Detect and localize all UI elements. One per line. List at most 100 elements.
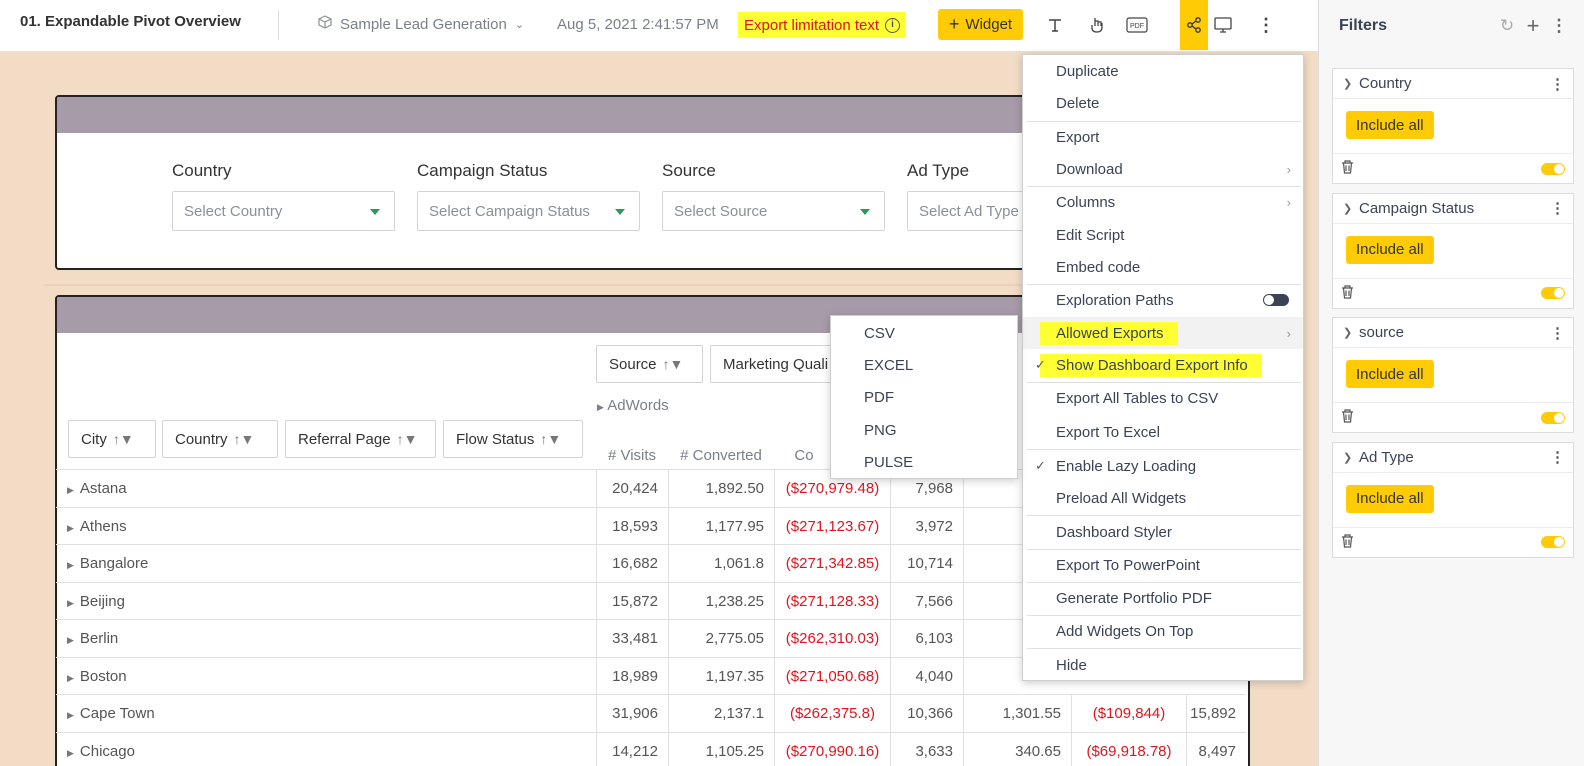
filter-enabled-toggle[interactable] <box>1541 536 1565 548</box>
expand-triangle-icon[interactable]: ▶ <box>67 523 74 533</box>
more-options-icon[interactable]: ⋮ <box>1546 16 1572 36</box>
row-chip-city[interactable]: City ↑▼ <box>68 420 156 458</box>
submenu-item-png[interactable]: PNG <box>864 422 897 439</box>
monitor-icon[interactable] <box>1210 12 1236 38</box>
menu-item-exploration-paths[interactable]: Exploration Paths <box>1023 284 1303 316</box>
col-chip-marketing-qualified[interactable]: Marketing Quali <box>710 345 840 383</box>
menu-item-show-export-info-label: Show Dashboard Export Info <box>1040 353 1262 377</box>
submenu-item-excel[interactable]: EXCEL <box>864 357 913 374</box>
trash-icon[interactable] <box>1341 533 1541 551</box>
menu-item-allowed-exports[interactable]: Allowed Exports › <box>1023 317 1303 349</box>
campaign-status-select[interactable]: Select Campaign Status <box>417 191 640 231</box>
more-options-icon[interactable]: ⋮ <box>1550 324 1565 342</box>
submenu-item-pulse[interactable]: PULSE <box>864 454 913 471</box>
row-city-label[interactable]: ▶ Cape Town <box>67 705 155 722</box>
filter-card-header[interactable]: ❯ Campaign Status ⋮ <box>1333 194 1573 224</box>
menu-item-widgets-on-top[interactable]: Add Widgets On Top <box>1023 615 1303 647</box>
menu-item-lazy-loading[interactable]: ✓ Enable Lazy Loading <box>1023 450 1303 482</box>
filter-card-footer <box>1333 526 1573 557</box>
menu-item-edit-script[interactable]: Edit Script <box>1023 219 1303 251</box>
share-icon[interactable] <box>1180 0 1208 50</box>
source-select[interactable]: Select Source <box>662 191 885 231</box>
sort-filter-icon[interactable]: ↑▼ <box>113 431 134 447</box>
chevron-right-icon[interactable]: ❯ <box>1343 202 1359 215</box>
submenu-item-csv[interactable]: CSV <box>864 325 895 342</box>
row-city-label[interactable]: ▶ Athens <box>67 518 127 535</box>
menu-item-show-export-info[interactable]: ✓ Show Dashboard Export Info <box>1023 349 1303 381</box>
menu-item-powerpoint[interactable]: Export To PowerPoint <box>1023 549 1303 581</box>
menu-item-styler[interactable]: Dashboard Styler <box>1023 516 1303 548</box>
add-filter-icon[interactable]: + <box>1520 13 1546 39</box>
expand-triangle-icon[interactable]: ▶ <box>67 635 74 645</box>
menu-item-delete[interactable]: Delete <box>1023 87 1303 119</box>
sort-filter-icon[interactable]: ↑▼ <box>234 431 255 447</box>
col-chip-label: Marketing Quali <box>723 355 829 373</box>
info-icon[interactable]: i <box>885 17 901 33</box>
row-city-label[interactable]: ▶ Boston <box>67 668 127 685</box>
filter-enabled-toggle[interactable] <box>1541 287 1565 299</box>
menu-item-export[interactable]: Export <box>1023 121 1303 153</box>
column-group-adwords[interactable]: ▶ AdWords <box>597 397 669 414</box>
pdf-icon[interactable]: PDF <box>1124 12 1150 38</box>
menu-item-duplicate[interactable]: Duplicate <box>1023 55 1303 87</box>
row-city-label[interactable]: ▶ Beijing <box>67 593 125 610</box>
filter-enabled-toggle[interactable] <box>1541 411 1565 424</box>
include-all-button[interactable]: Include all <box>1346 111 1434 139</box>
more-options-icon[interactable]: ⋮ <box>1550 199 1565 217</box>
trash-icon[interactable] <box>1341 284 1541 302</box>
submenu-item-pdf[interactable]: PDF <box>864 389 894 406</box>
table-cell: 15,892 <box>1186 695 1246 732</box>
expand-triangle-icon[interactable]: ▶ <box>67 560 74 570</box>
sort-filter-icon[interactable]: ↑▼ <box>663 356 684 372</box>
row-chip-flow-status[interactable]: Flow Status ↑▼ <box>443 420 583 458</box>
trash-icon[interactable] <box>1341 160 1541 177</box>
expand-triangle-icon[interactable]: ▶ <box>67 673 74 683</box>
col-chip-source[interactable]: Source ↑▼ <box>596 345 703 383</box>
row-city-label[interactable]: ▶ Bangalore <box>67 555 148 572</box>
exploration-paths-toggle[interactable] <box>1263 294 1289 306</box>
hand-touch-icon[interactable] <box>1084 12 1110 38</box>
row-city-label[interactable]: ▶ Astana <box>67 480 127 497</box>
menu-item-columns[interactable]: Columns › <box>1023 186 1303 218</box>
chevron-right-icon[interactable]: ❯ <box>1343 326 1359 339</box>
table-row[interactable]: ▶ Chicago 14,212 1,105.25 ($270,990.16) 3,633… <box>56 731 1246 766</box>
row-chip-country[interactable]: Country ↑▼ <box>162 420 278 458</box>
menu-item-export-excel[interactable]: Export To Excel <box>1023 416 1303 448</box>
row-city-label[interactable]: ▶ Chicago <box>67 743 135 760</box>
more-options-icon[interactable]: ⋮ <box>1550 75 1565 93</box>
include-all-button[interactable]: Include all <box>1346 484 1434 513</box>
sort-filter-icon[interactable]: ↑▼ <box>397 431 418 447</box>
expand-triangle-icon[interactable]: ▶ <box>67 485 74 495</box>
menu-item-exploration-paths-label: Exploration Paths <box>1056 291 1174 309</box>
menu-item-export-all-csv[interactable]: Export All Tables to CSV <box>1023 382 1303 414</box>
row-chip-referral-page[interactable]: Referral Page ↑▼ <box>285 420 436 458</box>
trash-icon[interactable] <box>1341 409 1541 426</box>
country-select[interactable]: Select Country <box>172 191 395 231</box>
sort-filter-icon[interactable]: ↑▼ <box>540 431 561 447</box>
table-row[interactable]: ▶ Cape Town 31,906 2,137.1 ($262,375.8) 10,36… <box>56 694 1246 732</box>
chevron-right-icon[interactable]: ❯ <box>1343 451 1359 464</box>
include-all-button[interactable]: Include all <box>1346 360 1434 388</box>
chevron-right-icon[interactable]: ❯ <box>1343 77 1359 90</box>
menu-item-hide[interactable]: Hide <box>1023 649 1303 681</box>
expand-triangle-icon[interactable]: ▶ <box>67 748 74 758</box>
more-options-icon[interactable]: ⋮ <box>1550 448 1565 466</box>
filter-card-header[interactable]: ❯ Ad Type ⋮ <box>1333 443 1573 473</box>
text-icon[interactable] <box>1042 12 1068 38</box>
expand-triangle-icon[interactable]: ▶ <box>67 598 74 608</box>
more-options-icon[interactable]: ⋮ <box>1253 12 1279 38</box>
datasource-selector[interactable]: Sample Lead Generation ⌄ <box>318 15 524 33</box>
export-limitation-text: Export limitation text <box>744 16 880 34</box>
menu-item-preload[interactable]: Preload All Widgets <box>1023 482 1303 514</box>
filter-card-header[interactable]: ❯ source ⋮ <box>1333 318 1573 348</box>
expand-triangle-icon[interactable]: ▶ <box>67 710 74 720</box>
menu-item-download[interactable]: Download › <box>1023 153 1303 185</box>
menu-item-embed-code[interactable]: Embed code <box>1023 251 1303 283</box>
filter-enabled-toggle[interactable] <box>1541 162 1565 175</box>
filter-card-header[interactable]: ❯ Country ⋮ <box>1333 69 1573 99</box>
include-all-button[interactable]: Include all <box>1346 235 1434 264</box>
menu-item-portfolio-pdf[interactable]: Generate Portfolio PDF <box>1023 582 1303 614</box>
reset-icon[interactable]: ↻ <box>1494 16 1520 36</box>
row-city-label[interactable]: ▶ Berlin <box>67 630 118 647</box>
add-widget-button[interactable]: + Widget <box>938 9 1023 40</box>
